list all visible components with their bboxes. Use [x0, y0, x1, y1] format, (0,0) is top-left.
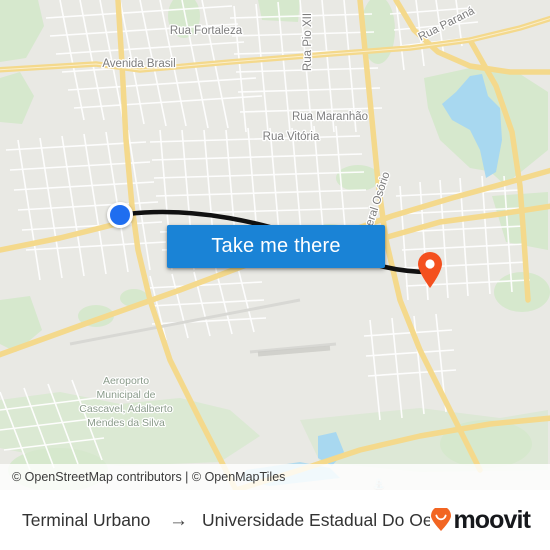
- street-label-rua-pio-xii: Rua Pio XII: [302, 13, 314, 71]
- street-label-rua-fortaleza: Rua Fortaleza: [170, 25, 243, 37]
- moovit-wordmark: moovit: [453, 505, 530, 534]
- moovit-pin-icon: [431, 508, 452, 531]
- arrow-right-icon: →: [169, 509, 189, 531]
- place-label-airport-line-3: Cascavel, Adalberto: [79, 403, 173, 415]
- map-attribution[interactable]: © OpenStreetMap contributors | © OpenMap…: [0, 464, 550, 490]
- moovit-logo[interactable]: moovit: [430, 505, 536, 534]
- map-canvas[interactable]: Rua Fortaleza Avenida Brasil Rua Pio XII…: [0, 0, 550, 490]
- street-label-avenida-brasil: Avenida Brasil: [102, 58, 175, 70]
- origin-marker[interactable]: [107, 202, 133, 228]
- place-label-airport-line-2: Municipal de: [97, 389, 156, 401]
- place-label-airport-line-4: Mendes da Silva: [87, 417, 165, 429]
- take-me-there-button[interactable]: Take me there: [167, 225, 385, 268]
- street-label-rua-maranhao: Rua Maranhão: [292, 111, 368, 123]
- place-label-airport-line-1: Aeroporto: [103, 375, 149, 387]
- origin-station-name: Terminal Urbano ...: [22, 509, 155, 530]
- moovit-map-card: Rua Fortaleza Avenida Brasil Rua Pio XII…: [0, 0, 550, 550]
- street-label-rua-vitoria: Rua Vitória: [263, 131, 320, 143]
- destination-station-name: Universidade Estadual Do Oes...: [202, 509, 431, 530]
- map-pin-icon: [418, 252, 442, 288]
- destination-marker[interactable]: [416, 251, 444, 289]
- route-summary-bar: Terminal Urbano ... → Universidade Estad…: [0, 490, 550, 550]
